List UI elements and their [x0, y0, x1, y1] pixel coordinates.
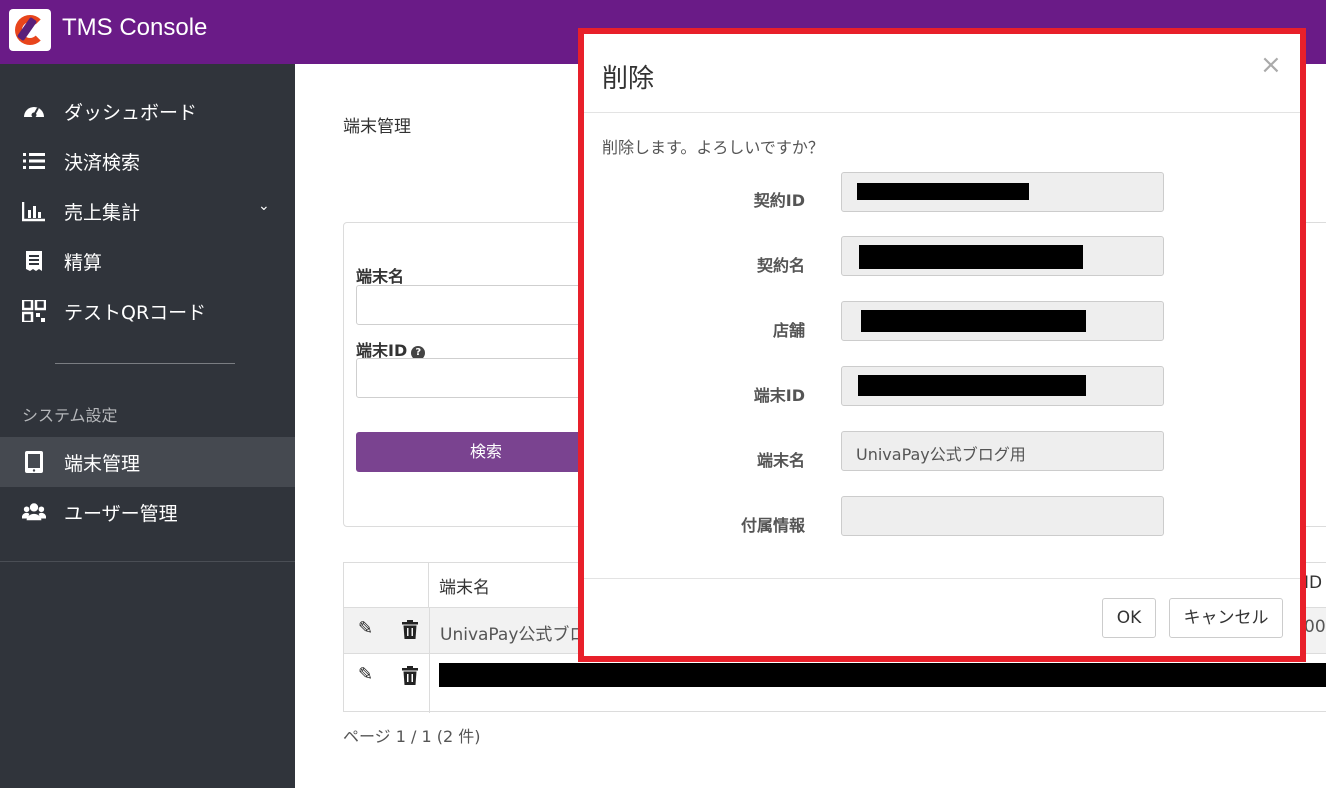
qr-code-icon	[22, 300, 46, 322]
sidebar-item-settlement[interactable]: 精算	[0, 236, 295, 286]
sidebar-divider	[55, 363, 235, 364]
modal-message: 削除します。よろしいですか？	[602, 138, 824, 157]
redacted-block	[439, 663, 1326, 687]
sidebar-item-test-qr[interactable]: テストQRコード	[0, 286, 295, 336]
bar-chart-icon	[22, 202, 45, 222]
page-title: 端末管理	[343, 117, 411, 137]
receipt-icon	[26, 251, 42, 271]
ok-button[interactable]: OK	[1102, 598, 1156, 638]
sidebar-item-payment-search[interactable]: 決済検索	[0, 136, 295, 186]
table-cell-name: UnivaPay公式ブロ	[440, 625, 587, 645]
contract-id-label: 契約ID	[753, 191, 805, 210]
sidebar-item-label: テストQRコード	[64, 302, 207, 324]
sidebar: ダッシュボード 決済検索 売上集計 ⌄ 精算 テストQRコード システム設定 端…	[0, 64, 295, 788]
terminal-name-field: UnivaPay公式ブログ用	[841, 431, 1164, 471]
tablet-icon	[25, 451, 43, 473]
redacted-block	[859, 245, 1083, 269]
terminal-id-label: 端末ID	[753, 386, 805, 405]
edit-icon[interactable]: ✎	[358, 664, 378, 685]
table-header-actions	[344, 563, 429, 607]
sidebar-item-label: 端末管理	[64, 453, 141, 475]
sidebar-bottom-divider	[0, 561, 295, 562]
store-label: 店舗	[772, 321, 805, 340]
sidebar-item-label: 決済検索	[64, 152, 141, 174]
additional-info-label: 付属情報	[740, 516, 805, 535]
sidebar-item-label: ダッシュボード	[64, 102, 198, 124]
redacted-block	[861, 310, 1086, 332]
sidebar-item-terminal-management[interactable]: 端末管理	[0, 437, 295, 487]
redacted-block	[857, 183, 1029, 200]
table-row: ✎	[344, 653, 1326, 713]
chevron-down-icon[interactable]: ⌄	[258, 198, 270, 214]
trash-icon[interactable]	[400, 620, 420, 640]
modal-header-divider	[584, 112, 1300, 113]
edit-icon[interactable]: ✎	[358, 618, 378, 639]
sidebar-item-dashboard[interactable]: ダッシュボード	[0, 86, 295, 136]
sidebar-item-label: 売上集計	[64, 202, 141, 224]
search-button[interactable]: 検索	[356, 432, 616, 472]
modal-footer-divider	[584, 578, 1300, 579]
pagination-info: ページ 1 / 1 (2 件)	[343, 727, 481, 746]
redacted-block	[858, 375, 1086, 396]
dashboard-icon	[24, 107, 44, 118]
terminal-name-label: 端末名	[756, 451, 805, 470]
trash-icon[interactable]	[400, 666, 420, 686]
sidebar-item-label: 精算	[64, 252, 103, 274]
delete-modal: 削除 × 削除します。よろしいですか？ 契約ID 契約名 店舗 端末ID 端末名…	[578, 28, 1306, 662]
list-icon	[23, 153, 45, 169]
sidebar-item-sales-summary[interactable]: 売上集計 ⌄	[0, 186, 295, 236]
modal-title: 削除	[602, 64, 655, 94]
table-cell-partial: 00	[1304, 617, 1326, 637]
contract-name-label: 契約名	[756, 256, 805, 275]
cancel-button[interactable]: キャンセル	[1169, 598, 1283, 638]
app-title: TMS Console	[62, 14, 208, 41]
sidebar-item-label: ユーザー管理	[64, 503, 178, 525]
app-logo-icon[interactable]	[9, 9, 51, 51]
sidebar-item-user-management[interactable]: ユーザー管理	[0, 487, 295, 537]
table-header-id-partial: ID	[1304, 573, 1323, 593]
close-icon[interactable]: ×	[1260, 50, 1282, 80]
terminal-name-label: 端末名	[356, 267, 405, 286]
additional-info-field	[841, 496, 1164, 536]
sidebar-section-title: システム設定	[22, 406, 118, 425]
users-icon	[22, 503, 46, 521]
